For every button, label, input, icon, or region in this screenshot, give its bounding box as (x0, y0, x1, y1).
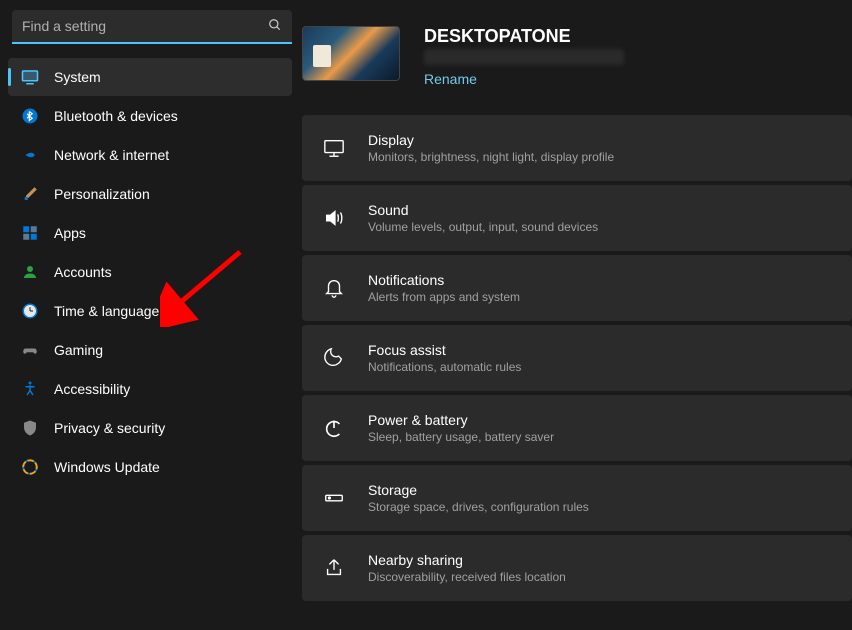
sidebar-item-network[interactable]: Network & internet (8, 136, 292, 174)
storage-icon (322, 486, 346, 510)
panel-title: Sound (368, 202, 598, 218)
panel-desc: Monitors, brightness, night light, displ… (368, 150, 614, 164)
search-input[interactable] (22, 18, 268, 34)
sidebar-item-personalization[interactable]: Personalization (8, 175, 292, 213)
bell-icon (322, 276, 346, 300)
sidebar-item-gaming[interactable]: Gaming (8, 331, 292, 369)
panel-title: Focus assist (368, 342, 521, 358)
system-icon (20, 67, 40, 87)
panel-desc: Volume levels, output, input, sound devi… (368, 220, 598, 234)
share-icon (322, 556, 346, 580)
sidebar-item-label: Apps (54, 225, 86, 241)
panel-desc: Sleep, battery usage, battery saver (368, 430, 554, 444)
clock-icon (20, 301, 40, 321)
sidebar-item-windows-update[interactable]: Windows Update (8, 448, 292, 486)
panel-title: Nearby sharing (368, 552, 566, 568)
sidebar-item-accessibility[interactable]: Accessibility (8, 370, 292, 408)
panel-desc: Storage space, drives, configuration rul… (368, 500, 589, 514)
moon-icon (322, 346, 346, 370)
device-model-blurred (424, 49, 624, 65)
panel-desc: Discoverability, received files location (368, 570, 566, 584)
display-icon (322, 136, 346, 160)
panel-storage[interactable]: Storage Storage space, drives, configura… (302, 465, 852, 531)
gamepad-icon (20, 340, 40, 360)
panel-sound[interactable]: Sound Volume levels, output, input, soun… (302, 185, 852, 251)
sidebar: System Bluetooth & devices Network & int… (0, 0, 300, 630)
sidebar-item-time-language[interactable]: Time & language (8, 292, 292, 330)
device-header: DESKTOPATONE Rename (300, 26, 852, 89)
sidebar-item-label: Accounts (54, 264, 112, 280)
panel-desc: Notifications, automatic rules (368, 360, 521, 374)
accessibility-icon (20, 379, 40, 399)
sidebar-item-label: Bluetooth & devices (54, 108, 178, 124)
panel-notifications[interactable]: Notifications Alerts from apps and syste… (302, 255, 852, 321)
sidebar-item-system[interactable]: System (8, 58, 292, 96)
panel-title: Notifications (368, 272, 520, 288)
sidebar-item-label: Time & language (54, 303, 159, 319)
main-content: DESKTOPATONE Rename Display Monitors, br… (300, 0, 852, 630)
update-icon (20, 457, 40, 477)
sidebar-item-label: Network & internet (54, 147, 169, 163)
sidebar-item-label: Personalization (54, 186, 150, 202)
person-icon (20, 262, 40, 282)
panel-focus-assist[interactable]: Focus assist Notifications, automatic ru… (302, 325, 852, 391)
sidebar-item-apps[interactable]: Apps (8, 214, 292, 252)
sidebar-item-bluetooth[interactable]: Bluetooth & devices (8, 97, 292, 135)
panel-title: Storage (368, 482, 589, 498)
sidebar-item-label: System (54, 69, 101, 85)
wifi-icon (20, 145, 40, 165)
panel-nearby-sharing[interactable]: Nearby sharing Discoverability, received… (302, 535, 852, 601)
shield-icon (20, 418, 40, 438)
apps-icon (20, 223, 40, 243)
sound-icon (322, 206, 346, 230)
panel-title: Power & battery (368, 412, 554, 428)
panel-title: Display (368, 132, 614, 148)
search-box[interactable] (12, 10, 292, 44)
device-info: DESKTOPATONE Rename (424, 26, 852, 89)
sidebar-item-privacy[interactable]: Privacy & security (8, 409, 292, 447)
device-name: DESKTOPATONE (424, 26, 852, 47)
brush-icon (20, 184, 40, 204)
device-thumbnail (302, 26, 400, 81)
sidebar-item-label: Gaming (54, 342, 103, 358)
power-icon (322, 416, 346, 440)
search-icon (268, 18, 282, 35)
sidebar-item-accounts[interactable]: Accounts (8, 253, 292, 291)
sidebar-item-label: Accessibility (54, 381, 130, 397)
sidebar-item-label: Windows Update (54, 459, 160, 475)
rename-link[interactable]: Rename (424, 71, 477, 87)
bluetooth-icon (20, 106, 40, 126)
sidebar-item-label: Privacy & security (54, 420, 165, 436)
panel-power[interactable]: Power & battery Sleep, battery usage, ba… (302, 395, 852, 461)
panel-desc: Alerts from apps and system (368, 290, 520, 304)
panel-display[interactable]: Display Monitors, brightness, night ligh… (302, 115, 852, 181)
